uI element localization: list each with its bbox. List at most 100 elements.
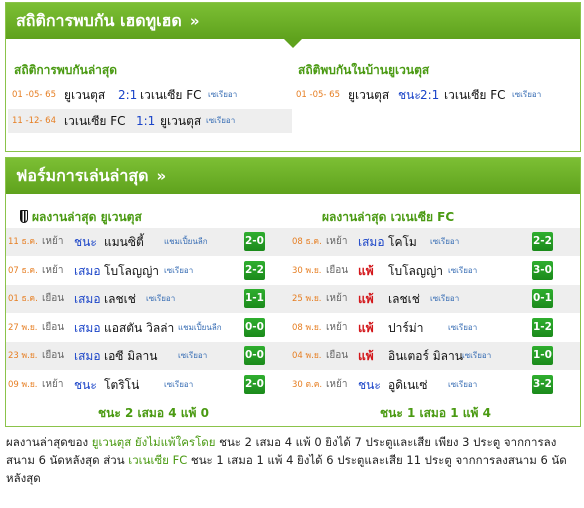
opponent-team[interactable]: ปาร์ม่า: [388, 314, 423, 342]
opponent-team[interactable]: โตริโน่: [104, 371, 139, 399]
venue-label: เยือน: [42, 321, 65, 333]
league-name: เซเรียอา: [146, 294, 176, 303]
venue-label: เหย้า: [326, 293, 348, 304]
form-row[interactable]: 30 พ.ย. เยือน แพ้ โบโลญญ่า เซเรียอา 3-0: [290, 257, 580, 285]
h2h-right-title: สถิติพบกันในบ้านยูเวนตุส: [298, 63, 430, 77]
away-team[interactable]: ยูเวนตุส: [160, 109, 201, 133]
form-row[interactable]: 11 ธ.ค. เหย้า ชนะ แมนซิตี้ แชมเปี้ยนลีก 2-0: [6, 228, 290, 256]
form-row[interactable]: 01 ธ.ค. เยือน เสมอ เลชเช่ เซเรียอา 1-1: [6, 285, 290, 313]
result-label: เสมอ: [74, 263, 101, 278]
home-team[interactable]: ยูเวนตุส: [64, 83, 105, 107]
league-name: เซเรียอา: [462, 351, 492, 360]
league-name: เซเรียอา: [178, 351, 208, 360]
league-name: เซเรียอา: [448, 265, 478, 275]
result-label: เสมอ: [74, 349, 101, 363]
double-chevron-right-icon[interactable]: »: [190, 12, 200, 30]
result-label: ชนะ: [74, 377, 97, 392]
h2h-row[interactable]: 11 -12- 64 เวเนเซีย FC 1:1 ยูเวนตุส เซเร…: [8, 109, 292, 133]
venue-label: เหย้า: [326, 321, 348, 333]
form-row[interactable]: 08 พ.ย. เหย้า แพ้ ปาร์ม่า เซเรียอา 1-2: [290, 314, 580, 342]
league-name: เซเรียอา: [448, 322, 478, 332]
opponent-team[interactable]: โบโลญญ่า: [104, 257, 159, 285]
match-score[interactable]: 1:1: [136, 109, 155, 133]
score-badge[interactable]: 2-0: [244, 232, 265, 251]
venue-label: เยือน: [326, 350, 349, 361]
away-team[interactable]: เวเนเซีย FC: [444, 83, 506, 107]
h2h-row[interactable]: 01 -05- 65 ยูเวนตุส 2:1 เวเนเซีย FC เซเร…: [8, 83, 292, 107]
match-date: 11 ธ.ค.: [8, 237, 38, 247]
form-right-title: ผลงานล่าสุด เวเนเซีย FC: [322, 210, 455, 224]
match-score[interactable]: 2:1: [420, 83, 439, 107]
score-badge[interactable]: 3-2: [532, 374, 553, 394]
h2h-home-row[interactable]: 01 -05- 65 ยูเวนตุส ชนะ 2:1 เวเนเซีย FC …: [294, 83, 578, 107]
opponent-team[interactable]: โบโลญญ่า: [388, 257, 443, 285]
result-label: เสมอ: [74, 292, 101, 306]
form-row[interactable]: 04 พ.ย. เยือน แพ้ อินเตอร์ มิลาน เซเรียอา 1-0: [290, 342, 580, 370]
venue-label: เหย้า: [326, 378, 348, 390]
opponent-team[interactable]: เลชเช่: [388, 285, 420, 313]
match-date: 09 พ.ย.: [8, 379, 38, 390]
league-name: เซเรียอา: [448, 379, 478, 389]
score-badge[interactable]: 2-2: [532, 232, 553, 251]
score-badge[interactable]: 2-2: [244, 260, 265, 280]
opponent-team[interactable]: อินเตอร์ มิลาน: [388, 342, 463, 370]
match-date: 08 ธ.ค.: [292, 237, 322, 247]
match-date: 04 พ.ย.: [292, 351, 322, 361]
home-team[interactable]: ยูเวนตุส: [348, 83, 389, 107]
header-notch: [284, 39, 302, 48]
form-panel: ฟอร์มการเล่นล่าสุด » ผลงานล่าสุด ยูเวนตุ…: [5, 157, 581, 427]
opponent-team[interactable]: อูดิเนเซ่: [388, 371, 428, 399]
form-row[interactable]: 30 ต.ค. เหย้า ชนะ อูดิเนเซ่ เซเรียอา 3-2: [290, 371, 580, 399]
opponent-team[interactable]: เอซี มิลาน: [104, 342, 157, 370]
match-date: 01 ธ.ค.: [8, 294, 38, 304]
score-badge[interactable]: 0-0: [244, 346, 265, 365]
form-row[interactable]: 27 พ.ย. เยือน เสมอ แอสตัน วิลล่า แชมเปี้ยนลี…: [6, 314, 290, 342]
opponent-team[interactable]: แมนซิตี้: [104, 228, 144, 256]
form-row[interactable]: 23 พ.ย. เยือน เสมอ เอซี มิลาน เซเรียอา 0-0: [6, 342, 290, 370]
result-label: เสมอ: [74, 320, 101, 335]
score-badge[interactable]: 0-0: [244, 317, 265, 337]
score-badge[interactable]: 2-0: [244, 374, 265, 394]
venue-label: เหย้า: [326, 236, 348, 247]
form-left-title: ผลงานล่าสุด ยูเวนตุส: [20, 208, 142, 227]
league-name: เซเรียอา: [164, 265, 194, 275]
right-form-summary: ชนะ 1 เสมอ 1 แพ้ 4: [380, 406, 491, 420]
home-team[interactable]: เวเนเซีย FC: [64, 109, 126, 133]
opponent-team[interactable]: แอสตัน วิลล่า: [104, 314, 174, 342]
form-row[interactable]: 08 ธ.ค. เหย้า เสมอ โคโม เซเรียอา 2-2: [290, 228, 580, 256]
double-chevron-right-icon[interactable]: »: [157, 167, 167, 185]
match-date: 01 -05- 65: [12, 90, 56, 100]
score-badge[interactable]: 3-0: [532, 260, 553, 280]
note-team-1[interactable]: ยูเวนตุส ยังไม่แพ้ใครโดย: [92, 435, 216, 449]
juventus-crest-icon: [20, 210, 28, 223]
score-badge[interactable]: 1-2: [532, 317, 553, 337]
match-score[interactable]: 2:1: [118, 83, 137, 107]
opponent-team[interactable]: เลชเช่: [104, 285, 136, 313]
league-name: เซเรียอา: [208, 90, 238, 99]
note-part-1: ผลงานล่าสุดของ: [6, 435, 92, 449]
h2h-left-title: สถิติการพบกันล่าสุด: [14, 63, 118, 77]
result-label: แพ้: [358, 320, 374, 335]
result-label: แพ้: [358, 349, 374, 363]
match-date: 01 -05- 65: [296, 90, 340, 100]
away-team[interactable]: เวเนเซีย FC: [140, 83, 202, 107]
h2h-header-title: สถิติการพบกัน เฮดทูเฮด: [16, 10, 182, 30]
score-badge[interactable]: 0-1: [532, 289, 553, 308]
league-name: เซเรียอา: [430, 294, 460, 303]
left-form-summary: ชนะ 2 เสมอ 4 แพ้ 0: [98, 406, 209, 420]
score-badge[interactable]: 1-0: [532, 346, 553, 365]
score-badge[interactable]: 1-1: [244, 289, 265, 308]
match-date: 25 พ.ย.: [292, 294, 322, 304]
form-row[interactable]: 25 พ.ย. เหย้า แพ้ เลชเช่ เซเรียอา 0-1: [290, 285, 580, 313]
form-row[interactable]: 09 พ.ย. เหย้า ชนะ โตริโน่ เซเรียอา 2-0: [6, 371, 290, 399]
note-team-2[interactable]: เวเนเซีย FC: [128, 453, 187, 467]
form-summary-paragraph: ผลงานล่าสุดของ ยูเวนตุส ยังไม่แพ้ใครโดย …: [6, 433, 578, 487]
league-name: เซเรียอา: [164, 379, 194, 389]
venue-label: เยือน: [42, 293, 65, 304]
venue-label: เหย้า: [42, 236, 64, 247]
form-row[interactable]: 07 ธ.ค. เหย้า เสมอ โบโลญญ่า เซเรียอา 2-2: [6, 257, 290, 285]
result-label: เสมอ: [358, 235, 385, 249]
match-date: 30 ต.ค.: [292, 379, 323, 390]
venue-label: เหย้า: [42, 378, 64, 390]
opponent-team[interactable]: โคโม: [388, 228, 417, 256]
